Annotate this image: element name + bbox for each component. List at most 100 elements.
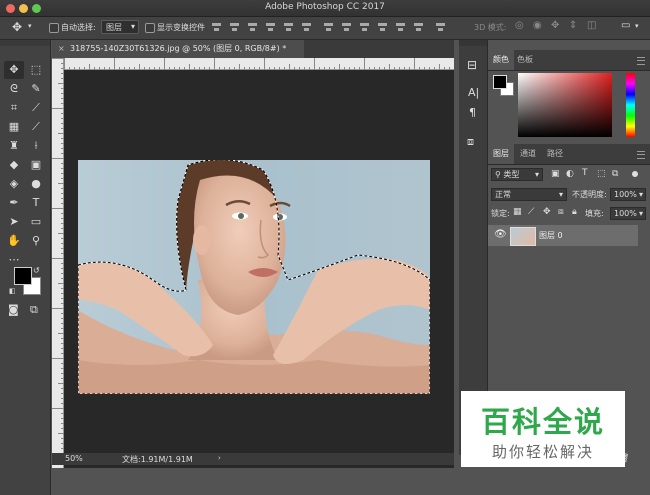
filter-pixel-icon[interactable]: ▣ (551, 169, 560, 179)
crop-icon[interactable]: ⌗ (4, 99, 24, 117)
color-panel-foreground-front (493, 75, 507, 89)
align-right-icon[interactable] (302, 22, 311, 33)
filter-smart-object-icon[interactable]: ⧉ (612, 169, 618, 179)
document-tab[interactable]: × 318755-140Z30T61326.jpg @ 50% (图层 0, R… (52, 40, 304, 58)
quick-select-icon[interactable]: ✎ (26, 80, 46, 98)
chevron-right-icon[interactable]: › (218, 454, 221, 462)
tab-layers[interactable]: 图层 (488, 144, 514, 164)
tools-panel: ✥ ⬚ ᘓ ✎ ⌗ ⟋ ▦ ⟋ ♜ ⟊ ◆ ▣ ◈ ● ✒ T ➤ ▭ ✋ ⚲ … (0, 40, 51, 495)
healing-brush-icon[interactable]: ▦ (4, 118, 24, 136)
align-left-icon[interactable] (266, 22, 275, 33)
hand-icon[interactable]: ✋ (4, 232, 24, 250)
auto-select-target-dropdown[interactable]: 图层 ▾ (101, 20, 139, 34)
move-icon[interactable]: ✥ (4, 61, 24, 79)
history-panel-icon[interactable]: ⊟ (467, 58, 477, 72)
lock-row: 锁定: ▦ ⟋ ✥ ⧈ 🔒︎ 填充: 100% ▾ (488, 207, 650, 225)
layer-filter-dropdown[interactable]: ⚲ 类型 ▾ (491, 168, 543, 181)
document-info[interactable]: 文档:1.91M/1.91M (122, 454, 193, 465)
lock-pixels-icon[interactable]: ⟋ (528, 207, 534, 217)
chevron-down-icon[interactable]: ▾ (28, 22, 32, 30)
filter-adjustment-icon[interactable]: ◐ (566, 169, 574, 179)
portrait-photo (78, 160, 430, 394)
align-horizontal-center-icon[interactable] (284, 22, 293, 33)
panel-menu-icon[interactable] (637, 57, 645, 65)
visibility-eye-icon[interactable]: 👁︎ (494, 229, 507, 240)
adjustments-panel-icon[interactable]: ⧈ (467, 135, 474, 149)
orbit-3d-icon[interactable]: ◎ (515, 20, 524, 31)
tab-swatches[interactable]: 色板 (512, 50, 538, 70)
distribute-right-icon[interactable] (414, 22, 423, 33)
align-vertical-center-icon[interactable] (230, 22, 239, 33)
tab-paths[interactable]: 路径 (542, 144, 568, 164)
watermark-title: 百科全说 (480, 405, 605, 439)
type-icon[interactable]: T (26, 194, 46, 212)
document-tab-bar: × 318755-140Z30T61326.jpg @ 50% (图层 0, R… (52, 40, 454, 58)
document-image[interactable] (78, 160, 430, 394)
auto-select-checkbox[interactable] (49, 23, 59, 33)
color-field[interactable] (518, 73, 612, 137)
align-top-icon[interactable] (212, 22, 221, 33)
zoom-level[interactable]: 50% (65, 454, 83, 463)
filter-toggle-icon[interactable] (632, 171, 638, 177)
panel-grip[interactable] (459, 40, 487, 46)
history-brush-icon[interactable]: ⟊ (26, 137, 46, 155)
align-bottom-icon[interactable] (248, 22, 257, 33)
clone-stamp-icon[interactable]: ♜ (4, 137, 24, 155)
lock-artboard-icon[interactable]: ⧈ (558, 207, 564, 217)
tab-channels[interactable]: 通道 (515, 144, 541, 164)
show-transform-checkbox[interactable] (145, 23, 155, 33)
tab-color[interactable]: 颜色 (488, 50, 514, 70)
zoom-icon[interactable]: ⚲ (26, 232, 46, 250)
default-colors-icon[interactable]: ◧ (9, 287, 16, 295)
distribute-hcenter-icon[interactable] (396, 22, 405, 33)
lock-position-icon[interactable]: ✥ (543, 207, 551, 217)
panel-menu-icon[interactable] (637, 151, 645, 159)
blend-mode-dropdown[interactable]: 正常 ▾ (491, 188, 567, 201)
dodge-icon[interactable]: ● (26, 175, 46, 193)
status-bar: 50% 文档:1.91M/1.91M › (52, 453, 454, 465)
auto-align-icon[interactable] (436, 22, 445, 33)
toolbar-grip[interactable] (0, 40, 50, 46)
options-bar: ✥ ▾ 自动选择: 图层 ▾ 显示变换控件 3D 模式: ◎ ◉ ✥ ⇕ ◫ ▭… (0, 17, 650, 40)
gradient-icon[interactable]: ▣ (26, 156, 46, 174)
quick-mask-icon[interactable]: ◙ (8, 303, 19, 316)
chevron-down-icon[interactable]: ▾ (635, 22, 639, 30)
paragraph-panel-icon[interactable]: ¶ (469, 106, 476, 119)
path-select-icon[interactable]: ➤ (4, 213, 24, 231)
rectangle-icon[interactable]: ▭ (26, 213, 46, 231)
filter-shape-icon[interactable]: ⬚ (597, 169, 606, 179)
eyedropper-icon[interactable]: ⟋ (26, 99, 46, 117)
pan-3d-icon[interactable]: ✥ (551, 20, 559, 31)
lock-all-icon[interactable]: 🔒︎ (572, 207, 577, 217)
workspace-icon[interactable]: ▭ (621, 20, 630, 31)
title-bar: Adobe Photoshop CC 2017 (0, 0, 650, 17)
hue-slider[interactable] (626, 73, 635, 137)
opacity-value: 100% (614, 190, 637, 199)
layer-name[interactable]: 图层 0 (539, 230, 563, 241)
close-tab-icon[interactable]: × (58, 40, 65, 58)
distribute-top-icon[interactable] (324, 22, 333, 33)
swap-colors-icon[interactable]: ↺ (33, 266, 40, 275)
filter-type-icon[interactable]: T (582, 168, 588, 178)
opacity-field[interactable]: 100% ▾ (610, 188, 646, 201)
lock-transparent-icon[interactable]: ▦ (513, 207, 522, 217)
scale-3d-icon[interactable]: ◫ (587, 20, 596, 31)
lasso-icon[interactable]: ᘓ (4, 80, 24, 98)
screen-mode-icon[interactable]: ⧉ (30, 303, 38, 317)
fill-value: 100% (614, 209, 637, 218)
roll-3d-icon[interactable]: ◉ (533, 20, 542, 31)
layer-row[interactable]: 👁︎ 图层 0 (488, 225, 638, 246)
slide-3d-icon[interactable]: ⇕ (569, 20, 577, 31)
distribute-vcenter-icon[interactable] (342, 22, 351, 33)
fill-field[interactable]: 100% ▾ (610, 207, 646, 220)
distribute-bottom-icon[interactable] (360, 22, 369, 33)
pen-icon[interactable]: ✒ (4, 194, 24, 212)
layers-panel-tabs: 图层 通道 路径 (488, 144, 650, 165)
character-panel-icon[interactable]: A| (468, 86, 479, 99)
blur-icon[interactable]: ◈ (4, 175, 24, 193)
move-tool-preset-icon[interactable]: ✥ (12, 20, 22, 34)
brush-icon[interactable]: ⟋ (26, 118, 46, 136)
distribute-left-icon[interactable] (378, 22, 387, 33)
eraser-icon[interactable]: ◆ (4, 156, 24, 174)
marquee-icon[interactable]: ⬚ (26, 61, 46, 79)
